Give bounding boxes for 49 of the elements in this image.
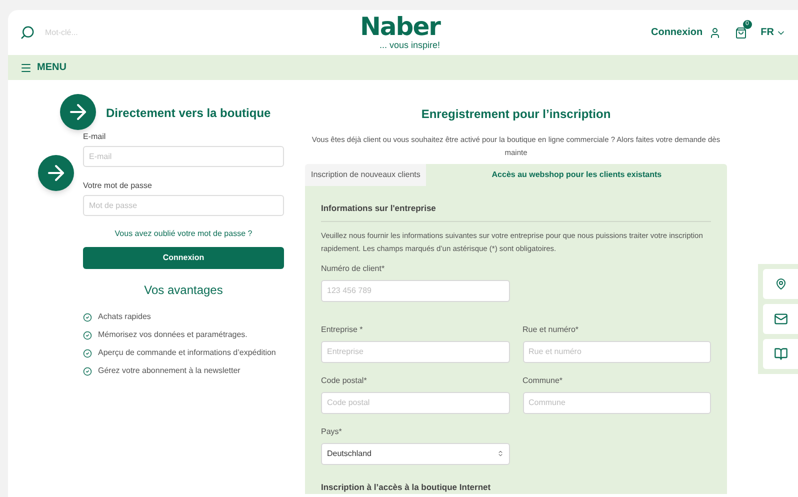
logo[interactable]: Naber xyxy=(360,14,440,40)
country-select[interactable]: Deutschland xyxy=(321,442,510,465)
input-field[interactable]: 123 456 789 xyxy=(321,280,510,302)
advantages-title: Vos avantages xyxy=(143,282,224,299)
field-label: Commune* xyxy=(522,374,564,387)
input-field[interactable]: Code postal xyxy=(321,392,510,414)
forgot-password-link[interactable]: Vous avez oublié votre mot de passe ? xyxy=(83,228,284,240)
advantage-item: Mémorisez vos données et paramétrages. xyxy=(98,329,248,341)
book-icon xyxy=(774,347,788,361)
section-title: Informations sur l'entreprise xyxy=(321,202,711,222)
location-button[interactable] xyxy=(763,269,798,299)
language-selector[interactable]: FR xyxy=(760,25,786,40)
menu-icon xyxy=(20,62,32,74)
check-icon xyxy=(83,330,92,340)
shopping-bag-icon[interactable] xyxy=(734,26,747,38)
input-field[interactable]: Entreprise xyxy=(321,340,510,363)
field-label: Votre mot de passe xyxy=(83,180,153,192)
tab[interactable]: Inscription de nouveaux clients xyxy=(305,164,426,186)
field-label: E-mail xyxy=(83,131,107,143)
registration-title: Enregistrement pour l’inscription xyxy=(420,106,612,123)
advantage-item: Gérez votre abonnement à la newsletter xyxy=(98,365,240,377)
mail-icon xyxy=(774,312,788,326)
field-label: Pays* xyxy=(321,426,343,438)
password-field[interactable]: Mot de passe xyxy=(83,195,284,216)
check-icon xyxy=(83,366,92,376)
login-title: Directement vers la boutique xyxy=(106,105,272,122)
login-button[interactable]: Connexion xyxy=(83,247,284,269)
input-field[interactable]: Commune xyxy=(522,392,711,414)
user-icon[interactable] xyxy=(708,26,721,38)
book-button[interactable] xyxy=(763,339,798,369)
tab[interactable]: Accès au webshop pour les clients existants xyxy=(426,164,727,186)
field-label: Rue et numéro* xyxy=(522,324,580,336)
input-field[interactable]: Rue et numéro xyxy=(522,340,711,363)
map-pin-icon xyxy=(774,278,786,290)
email-field[interactable]: E-mail xyxy=(83,146,284,167)
advantage-item: Achats rapides xyxy=(98,311,151,323)
check-icon xyxy=(83,348,92,358)
login-link[interactable]: Connexion xyxy=(650,25,703,40)
sort-icon xyxy=(497,450,504,458)
field-label: Entreprise * xyxy=(321,324,364,336)
check-icon xyxy=(83,312,92,322)
mail-button[interactable] xyxy=(763,304,798,334)
field-label: Code postal* xyxy=(321,374,368,387)
menu-button[interactable]: MENU xyxy=(20,60,66,75)
field-label: Numéro de client* xyxy=(321,262,386,275)
section-title: Inscription à l’accès à la boutique Internet xyxy=(321,480,492,494)
search-icon[interactable] xyxy=(20,25,35,40)
tagline: ... vous inspire! xyxy=(379,40,440,50)
advantage-item: Aperçu de commande et informations d’expédition xyxy=(98,347,276,359)
